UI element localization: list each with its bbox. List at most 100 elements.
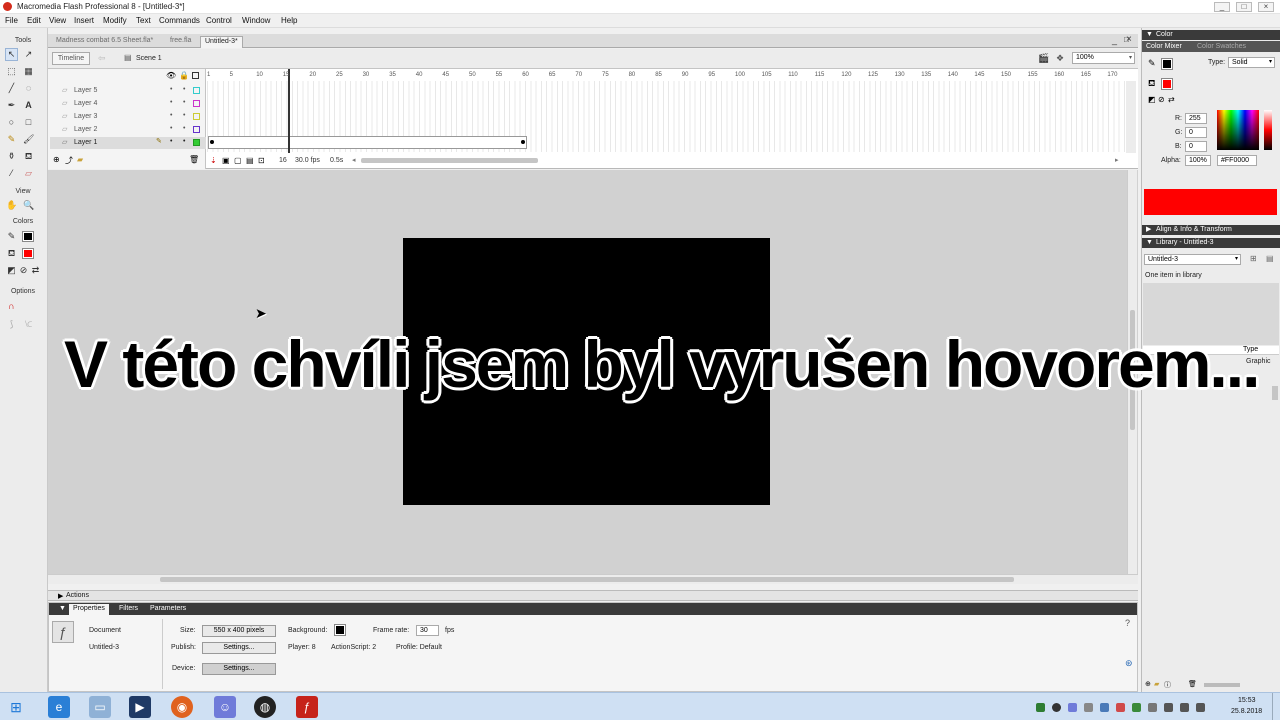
- publish-settings-button[interactable]: Settings...: [202, 642, 276, 654]
- frame-number[interactable]: 150: [1001, 72, 1011, 78]
- media-player-icon[interactable]: ▶: [129, 696, 151, 718]
- layer-outline-swatch[interactable]: [193, 87, 200, 94]
- edit-symbols-icon[interactable]: ❖: [1056, 53, 1064, 64]
- layer-outline-swatch[interactable]: [193, 113, 200, 120]
- tray-volume-icon[interactable]: [1180, 703, 1189, 712]
- center-frame-icon[interactable]: ⇣: [210, 156, 217, 165]
- line-tool-icon[interactable]: ╱: [5, 82, 18, 95]
- mixer-no-color-icon[interactable]: ⊘: [1158, 95, 1165, 104]
- frame-number[interactable]: 30: [363, 72, 370, 78]
- frame-number[interactable]: 90: [682, 72, 689, 78]
- hand-tool-icon[interactable]: ✋: [5, 199, 18, 212]
- layer-lock-dot[interactable]: •: [183, 112, 185, 119]
- accessibility-icon[interactable]: ⊛: [1125, 658, 1133, 669]
- layer-visibility-dot[interactable]: •: [170, 99, 172, 106]
- timeline-toggle-button[interactable]: Timeline: [52, 52, 90, 65]
- modify-markers-icon[interactable]: ⊡: [258, 156, 265, 165]
- close-button[interactable]: ×: [1258, 2, 1274, 12]
- menu-control[interactable]: Control: [206, 16, 232, 25]
- delete-icon[interactable]: 🗑: [1188, 680, 1197, 688]
- frame-number[interactable]: 135: [921, 72, 931, 78]
- layer-visibility-dot[interactable]: •: [170, 112, 172, 119]
- gradient-transform-tool-icon[interactable]: ▦: [22, 65, 35, 78]
- tray-battery-icon[interactable]: [1148, 703, 1157, 712]
- properties-icon[interactable]: ⓘ: [1164, 680, 1171, 690]
- layer1-keyframe-span[interactable]: [208, 136, 527, 149]
- frame-number[interactable]: 10: [256, 72, 263, 78]
- fill-color-swatch[interactable]: [22, 248, 34, 259]
- internet-explorer-icon[interactable]: e: [48, 696, 70, 718]
- motion-guide-icon[interactable]: ⤴: [65, 155, 73, 166]
- frame-number[interactable]: 1: [207, 72, 210, 78]
- alpha-input[interactable]: 100%: [1185, 155, 1211, 166]
- pin-library-icon[interactable]: ⊞: [1250, 254, 1257, 263]
- ink-bottle-tool-icon[interactable]: ⚱: [5, 150, 18, 163]
- layer-row[interactable]: ▱ Layer 2 • •: [50, 124, 206, 136]
- tray-app-icon[interactable]: [1084, 703, 1093, 712]
- tray-language-icon[interactable]: [1196, 703, 1205, 712]
- color-panel-header[interactable]: ▼ Color: [1142, 30, 1280, 40]
- frame-number[interactable]: 75: [602, 72, 609, 78]
- frame-number[interactable]: 85: [655, 72, 662, 78]
- frame-number[interactable]: 130: [895, 72, 905, 78]
- menu-text[interactable]: Text: [136, 16, 151, 25]
- pencil-tool-icon[interactable]: ✎: [5, 133, 18, 146]
- frame-number[interactable]: 155: [1028, 72, 1038, 78]
- help-icon[interactable]: ?: [1125, 618, 1130, 628]
- obs-icon[interactable]: ◍: [254, 696, 276, 718]
- frame-number[interactable]: 25: [336, 72, 343, 78]
- layer-lock-dot[interactable]: •: [183, 99, 185, 106]
- frame-number[interactable]: 95: [708, 72, 715, 78]
- free-transform-tool-icon[interactable]: ⬚: [5, 65, 18, 78]
- doc-close-icon[interactable]: ×: [1126, 34, 1132, 45]
- frame-number[interactable]: 55: [496, 72, 503, 78]
- device-settings-button[interactable]: Settings...: [202, 663, 276, 675]
- layer-lock-dot[interactable]: •: [183, 125, 185, 132]
- selection-tool-icon[interactable]: ↖: [5, 48, 18, 61]
- frame-number[interactable]: 65: [549, 72, 556, 78]
- scroll-right-icon[interactable]: ▸: [1115, 156, 1119, 164]
- firefox-icon[interactable]: ◉: [171, 696, 193, 718]
- lasso-tool-icon[interactable]: ◌: [22, 82, 35, 95]
- layer-lock-dot[interactable]: •: [183, 86, 185, 93]
- tray-wifi-icon[interactable]: [1164, 703, 1173, 712]
- insert-layer-icon[interactable]: ⊕: [53, 155, 60, 164]
- library-doc-select[interactable]: Untitled-3 ▾: [1144, 254, 1241, 265]
- menu-commands[interactable]: Commands: [159, 16, 200, 25]
- frame-number[interactable]: 50: [469, 72, 476, 78]
- discord-icon[interactable]: ☺: [214, 696, 236, 718]
- maximize-button[interactable]: □: [1236, 2, 1252, 12]
- layer-lock-dot[interactable]: •: [183, 138, 185, 145]
- scene-label[interactable]: Scene 1: [136, 55, 162, 62]
- show-hide-all-icon[interactable]: 👁: [166, 71, 176, 80]
- insert-folder-icon[interactable]: ▰: [77, 155, 83, 164]
- tab-filters[interactable]: Filters: [119, 605, 138, 612]
- tab-madness-combat[interactable]: Madness combat 6.5 Sheet.fla*: [52, 36, 157, 48]
- tab-parameters[interactable]: Parameters: [150, 605, 186, 612]
- frame-number[interactable]: 40: [416, 72, 423, 78]
- tray-nvidia-icon[interactable]: [1036, 703, 1045, 712]
- eyedropper-tool-icon[interactable]: ⁄: [5, 167, 18, 180]
- frame-number[interactable]: 70: [575, 72, 582, 78]
- frame-number[interactable]: 140: [948, 72, 958, 78]
- tab-properties[interactable]: Properties: [69, 604, 109, 615]
- frame-number[interactable]: 45: [442, 72, 449, 78]
- layer-row[interactable]: ▱ Layer 3 • •: [50, 111, 206, 123]
- paint-bucket-tool-icon[interactable]: ⛾: [22, 150, 35, 163]
- stroke-color-swatch[interactable]: [22, 231, 34, 242]
- clock-date[interactable]: 25.8.2018: [1231, 708, 1262, 715]
- back-arrow-icon[interactable]: ⇦: [98, 53, 106, 64]
- tray-update-icon[interactable]: [1132, 703, 1141, 712]
- menu-window[interactable]: Window: [242, 16, 270, 25]
- tray-obs-icon[interactable]: [1052, 703, 1061, 712]
- menu-help[interactable]: Help: [281, 16, 297, 25]
- menu-view[interactable]: View: [49, 16, 66, 25]
- menu-modify[interactable]: Modify: [103, 16, 127, 25]
- flash-taskbar-icon[interactable]: ƒ: [296, 696, 318, 718]
- frame-number[interactable]: 120: [841, 72, 851, 78]
- frame-number[interactable]: 145: [974, 72, 984, 78]
- frame-number[interactable]: 35: [389, 72, 396, 78]
- frame-number[interactable]: 110: [788, 72, 798, 78]
- frame-number[interactable]: 5: [230, 72, 233, 78]
- frame-number[interactable]: 170: [1107, 72, 1117, 78]
